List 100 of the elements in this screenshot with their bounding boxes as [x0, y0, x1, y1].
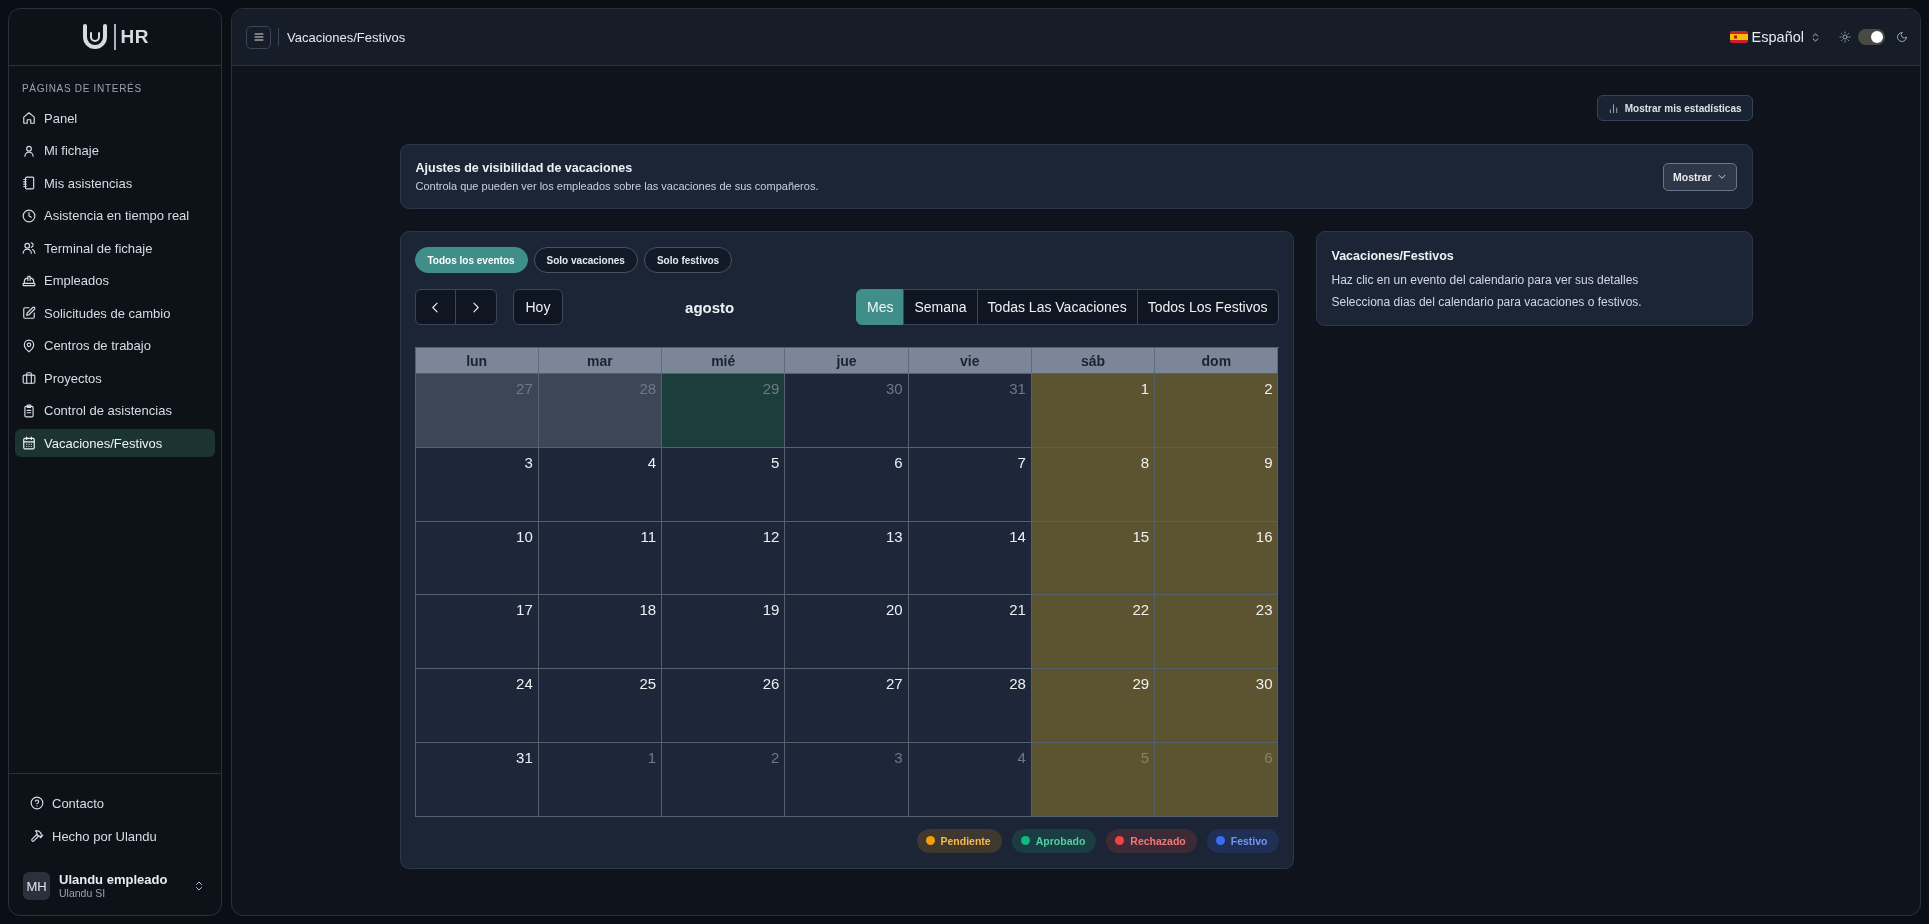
sidebar-item[interactable]: Centros de trabajo [15, 331, 215, 360]
calendar-day[interactable]: 26 [662, 669, 786, 743]
sidebar-item[interactable]: Empleados [15, 266, 215, 295]
sidebar-item[interactable]: Terminal de fichaje [15, 234, 215, 262]
filter-chip[interactable]: Solo festivos [643, 247, 733, 273]
sidebar-item[interactable]: Panel [15, 104, 215, 132]
weekday-header: lun [415, 348, 539, 374]
weekday-header: dom [1155, 348, 1279, 374]
logo-text: HR [120, 26, 149, 48]
map-pin-icon [22, 338, 36, 353]
user-icon [22, 143, 36, 158]
calendar-icon [22, 436, 36, 450]
calendar-day[interactable]: 22 [1031, 595, 1156, 670]
sidebar-item[interactable]: Asistencia en tiempo real [15, 201, 215, 230]
calendar-day[interactable]: 10 [415, 521, 539, 596]
calendar-day[interactable]: 17 [415, 595, 539, 670]
help-icon [30, 796, 44, 810]
weekday-header: sáb [1031, 348, 1156, 374]
calendar-day[interactable]: 3 [415, 447, 539, 522]
sidebar-item[interactable]: Control de asistencias [15, 396, 215, 425]
info-title: Vacaciones/Festivos [1331, 249, 1455, 263]
calendar-day[interactable]: 11 [538, 521, 663, 596]
view-button[interactable]: Semana [903, 289, 978, 325]
weekday-header: mar [538, 348, 663, 374]
calendar-day[interactable]: 4 [538, 447, 663, 522]
menu-icon [252, 31, 265, 43]
calendar-day[interactable]: 12 [662, 521, 786, 596]
spain-flag-icon [1729, 31, 1748, 43]
sidebar-item[interactable]: Mi fichaje [15, 136, 215, 165]
calendar-day[interactable]: 13 [785, 521, 909, 596]
calendar-day[interactable]: 14 [908, 521, 1032, 596]
calendar-day[interactable]: 27 [785, 669, 909, 743]
sidebar-item[interactable]: Solicitudes de cambio [15, 299, 215, 327]
bar-chart-icon [1607, 102, 1619, 114]
section-label: PÁGINAS DE INTERÉS [21, 83, 143, 95]
statistics-button[interactable]: Mostrar mis estadísticas [1596, 95, 1753, 121]
view-button[interactable]: Todos Los Festivos [1136, 289, 1279, 325]
calendar-day[interactable]: 7 [908, 447, 1032, 522]
calendar-day[interactable]: 5 [662, 447, 786, 522]
calendar-day[interactable]: 31 [415, 743, 539, 817]
home-icon [22, 111, 36, 125]
calendar-day[interactable]: 2 [1155, 374, 1279, 448]
page-title: Vacaciones/Festivos [287, 29, 406, 45]
sidebar-item[interactable]: Vacaciones/Festivos [15, 429, 215, 457]
settings-title: Ajustes de visibilidad de vacaciones [415, 161, 634, 175]
calendar-day[interactable]: 25 [538, 669, 663, 743]
calendar-day[interactable]: 1 [1031, 374, 1156, 448]
legend-label: Festivo [1230, 834, 1268, 847]
today-button[interactable]: Hoy [512, 289, 564, 325]
calendar-day[interactable]: 28 [908, 669, 1032, 743]
menu-button[interactable] [246, 25, 271, 49]
info-text: Selecciona dias del calendario para vacaciones o festivos. [1331, 294, 1643, 311]
briefcase-icon [22, 371, 36, 385]
user-name: Ulandu empleado [59, 873, 169, 887]
calendar-day[interactable]: 6 [785, 447, 909, 522]
weekday-header: mié [662, 348, 786, 374]
notebook-icon [22, 176, 36, 190]
users-icon [22, 241, 36, 255]
calendar-day[interactable]: 9 [1155, 447, 1279, 522]
calendar-day[interactable]: 15 [1031, 521, 1156, 596]
legend-label: Pendiente [940, 834, 991, 847]
theme-toggle[interactable] [1858, 29, 1885, 45]
clock-icon [22, 208, 36, 223]
calendar-day[interactable]: 19 [662, 595, 786, 670]
hard-hat-icon [22, 273, 36, 288]
filter-chip[interactable]: Solo vacaciones [533, 247, 638, 273]
calendar-day[interactable]: 23 [1155, 595, 1279, 670]
month-title: agosto [685, 298, 735, 316]
sidebar-item[interactable]: Proyectos [15, 364, 215, 392]
clipboard-icon [22, 403, 36, 418]
info-text: Haz clic en un evento del calendario para ver sus detalles [1331, 272, 1640, 289]
weekday-header: vie [908, 348, 1032, 374]
filter-chip[interactable]: Todos los eventos [414, 247, 528, 273]
footer-link[interactable]: Contacto [23, 789, 207, 817]
company-name: Ulandu SI [59, 887, 107, 899]
view-button[interactable]: Todas Las Vacaciones [976, 289, 1138, 325]
sidebar-item[interactable]: Mis asistencias [15, 169, 215, 197]
calendar-day[interactable]: 18 [538, 595, 663, 670]
calendar-day[interactable]: 16 [1155, 521, 1279, 596]
sun-icon [1839, 31, 1851, 43]
footer-link[interactable]: Hecho por Ulandu [23, 822, 207, 850]
legend-label: Aprobado [1035, 834, 1086, 847]
hammer-icon [30, 829, 44, 843]
avatar-initials: MH [23, 872, 50, 900]
language-selector[interactable]: Español [1729, 29, 1821, 45]
visibility-dropdown[interactable]: Mostrar [1663, 162, 1737, 191]
calendar-day[interactable]: 21 [908, 595, 1032, 670]
logo-icon [81, 24, 109, 50]
calendar-day[interactable]: 30 [1155, 669, 1279, 743]
chevron-up-down-icon [1810, 31, 1821, 43]
calendar-day[interactable]: 24 [415, 669, 539, 743]
calendar-day[interactable]: 20 [785, 595, 909, 670]
chevron-up-down-icon [193, 880, 205, 892]
calendar-day[interactable]: 29 [1031, 669, 1156, 743]
weekday-header: jue [785, 348, 909, 374]
legend-label: Rechazado [1130, 834, 1186, 847]
view-button[interactable]: Mes [856, 289, 905, 325]
edit-icon [22, 306, 36, 320]
moon-icon [1896, 31, 1908, 43]
calendar-day[interactable]: 8 [1031, 447, 1156, 522]
